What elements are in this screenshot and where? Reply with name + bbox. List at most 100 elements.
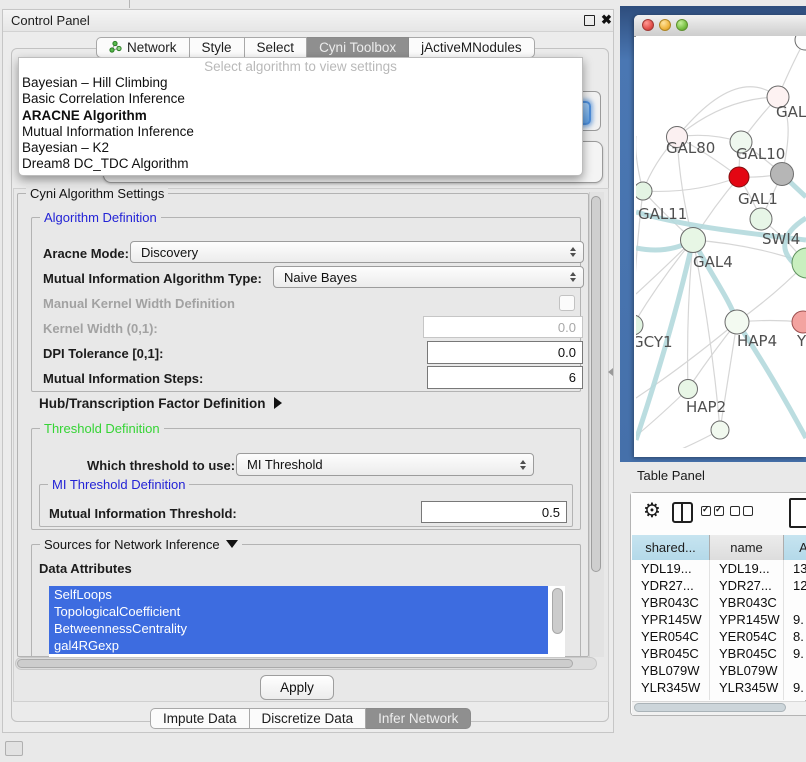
gear-icon[interactable]: ⚙	[643, 501, 661, 521]
network-node[interactable]	[771, 163, 794, 186]
network-edge[interactable]	[677, 87, 778, 137]
tab-label: Infer Network	[378, 711, 458, 726]
network-node-gcy1[interactable]	[636, 315, 643, 335]
sources-title-text: Sources for Network Inference	[44, 537, 220, 552]
hub-definition-toggle[interactable]: Hub/Transcription Factor Definition	[39, 396, 282, 411]
panel-grip[interactable]	[5, 741, 23, 756]
mi-threshold-label: Mutual Information Threshold:	[49, 506, 237, 521]
which-threshold-label: Which threshold to use:	[87, 458, 235, 473]
data-attributes-label: Data Attributes	[39, 561, 132, 576]
network-node-gal11[interactable]	[636, 182, 652, 200]
tab-label: Network	[127, 40, 177, 55]
column-header-shared[interactable]: shared...	[632, 535, 710, 560]
select-columns-icon[interactable]	[701, 506, 724, 516]
table-row[interactable]: YIL052CYIL052C9.	[632, 696, 806, 700]
attribute-item-gal4rgexp[interactable]: gal4RGexp	[49, 637, 548, 654]
table-cell: YPR145W	[710, 611, 784, 628]
network-node-gal4[interactable]	[681, 228, 706, 253]
tab-discretize-data[interactable]: Discretize Data	[250, 708, 367, 729]
mi-type-combo[interactable]: Naive Bayes	[273, 266, 584, 288]
document-icon[interactable]	[789, 498, 806, 528]
table-cell: 8.	[784, 628, 806, 645]
table-row[interactable]: YBR043CYBR043C	[632, 594, 806, 611]
node-label-gal10: GAL10	[736, 145, 785, 163]
dropdown-item-bayesian-hill-climbing[interactable]: Bayesian – Hill Climbing	[19, 75, 582, 91]
network-node-y[interactable]	[792, 311, 806, 333]
table-cell: YBR045C	[710, 645, 784, 662]
zoom-traffic-light[interactable]	[676, 19, 688, 31]
settings-scrollbar-thumb[interactable]	[591, 196, 601, 572]
split-columns-icon[interactable]	[672, 502, 693, 523]
dpi-tolerance-field[interactable]: 0.0	[427, 341, 583, 364]
mi-steps-field[interactable]: 6	[427, 366, 583, 389]
node-label-hap2: HAP2	[686, 398, 726, 416]
attribute-item-betweennesscentrality[interactable]: BetweennessCentrality	[49, 620, 548, 637]
table-row[interactable]: YLR345WYLR345W9.	[632, 679, 806, 696]
network-node-swi4[interactable]	[750, 208, 772, 230]
dropdown-item-dream8-dc-tdc-algorithm[interactable]: Dream8 DC_TDC Algorithm	[19, 156, 582, 172]
network-node[interactable]	[795, 36, 806, 50]
dropdown-item-basic-correlation-inference[interactable]: Basic Correlation Inference	[19, 91, 582, 107]
settings-hscrollbar-thumb[interactable]	[17, 659, 573, 668]
deselect-columns-icon[interactable]	[730, 506, 753, 516]
node-label-gal4: GAL4	[693, 253, 733, 271]
kernel-width-label: Kernel Width (0,1):	[43, 321, 158, 336]
table-row[interactable]: YBR045CYBR045C9.	[632, 645, 806, 662]
column-header-name[interactable]: name	[710, 535, 784, 560]
tab-jactivemnodules[interactable]: jActiveMNodules	[409, 37, 535, 58]
which-threshold-combo[interactable]: MI Threshold	[236, 453, 534, 476]
network-canvas[interactable]: GALGAL80GAL10GAL1GAL11SWI4GAL4GCY1HAP4YH…	[636, 36, 806, 448]
network-window-titlebar[interactable]	[634, 15, 806, 37]
table-row[interactable]: YBL079WYBL079W	[632, 662, 806, 679]
network-node-gal1[interactable]	[729, 167, 749, 187]
close-icon[interactable]: ✖	[601, 12, 612, 28]
column-header-a[interactable]: A	[784, 535, 806, 560]
table-row[interactable]: YDL19...YDL19...13	[632, 560, 806, 577]
table-row[interactable]: YDR27...YDR27...12	[632, 577, 806, 594]
dropdown-item-aracne-algorithm[interactable]: ARACNE Algorithm	[19, 108, 582, 124]
mi-steps-label: Mutual Information Steps:	[43, 371, 203, 386]
table-row[interactable]: YPR145WYPR145W9.	[632, 611, 806, 628]
float-window-icon[interactable]	[584, 15, 595, 26]
tab-select[interactable]: Select	[245, 37, 308, 58]
tab-style[interactable]: Style	[190, 37, 245, 58]
tab-cyni-toolbox[interactable]: Cyni Toolbox	[307, 37, 409, 58]
network-edge[interactable]	[643, 177, 739, 191]
network-edge[interactable]	[677, 97, 778, 137]
table-cell: YLR345W	[710, 679, 784, 696]
tab-impute-data[interactable]: Impute Data	[150, 708, 250, 729]
splitter-collapse-arrow[interactable]	[608, 368, 613, 376]
mi-threshold-field[interactable]: 0.5	[421, 501, 567, 523]
attribute-item-selfloops[interactable]: SelfLoops	[49, 586, 548, 603]
checked-box-icon	[701, 506, 711, 516]
network-desktop: GALGAL80GAL10GAL1GAL11SWI4GAL4GCY1HAP4YH…	[620, 6, 806, 462]
dropdown-item-bayesian-k2[interactable]: Bayesian – K2	[19, 140, 582, 156]
network-node-hap4[interactable]	[725, 310, 749, 334]
spinner-icon	[570, 272, 576, 282]
attribute-list-scrollbar[interactable]	[552, 588, 563, 634]
apply-button[interactable]: Apply	[260, 675, 334, 700]
spinner-icon	[520, 460, 526, 470]
network-edge[interactable]	[636, 430, 720, 448]
dropdown-item-mutual-information-inference[interactable]: Mutual Information Inference	[19, 124, 582, 140]
table-row[interactable]: YER054CYER054C8.	[632, 628, 806, 645]
tab-infer-network[interactable]: Infer Network	[366, 708, 471, 729]
close-traffic-light[interactable]	[642, 19, 654, 31]
tab-network[interactable]: Network	[96, 37, 190, 58]
spinner-icon	[570, 247, 576, 257]
expanded-arrow-icon	[226, 540, 238, 548]
manual-kernel-checkbox[interactable]	[559, 295, 575, 311]
table-hscrollbar-thumb[interactable]	[634, 703, 786, 712]
network-node[interactable]	[711, 421, 729, 439]
network-node[interactable]	[792, 248, 806, 278]
network-node-hap2[interactable]	[679, 380, 698, 399]
minimize-traffic-light[interactable]	[659, 19, 671, 31]
mi-type-value: Naive Bayes	[284, 270, 357, 285]
aracne-mode-combo[interactable]: Discovery	[130, 241, 584, 263]
table-header-row: shared...nameA	[632, 535, 806, 561]
attribute-item-topologicalcoefficient[interactable]: TopologicalCoefficient	[49, 603, 548, 620]
kernel-width-field[interactable]: 0.0	[423, 316, 583, 338]
checked-box-icon	[714, 506, 724, 516]
data-attributes-list[interactable]: SelfLoopsTopologicalCoefficientBetweenne…	[49, 586, 565, 657]
sources-title[interactable]: Sources for Network Inference	[40, 537, 242, 552]
